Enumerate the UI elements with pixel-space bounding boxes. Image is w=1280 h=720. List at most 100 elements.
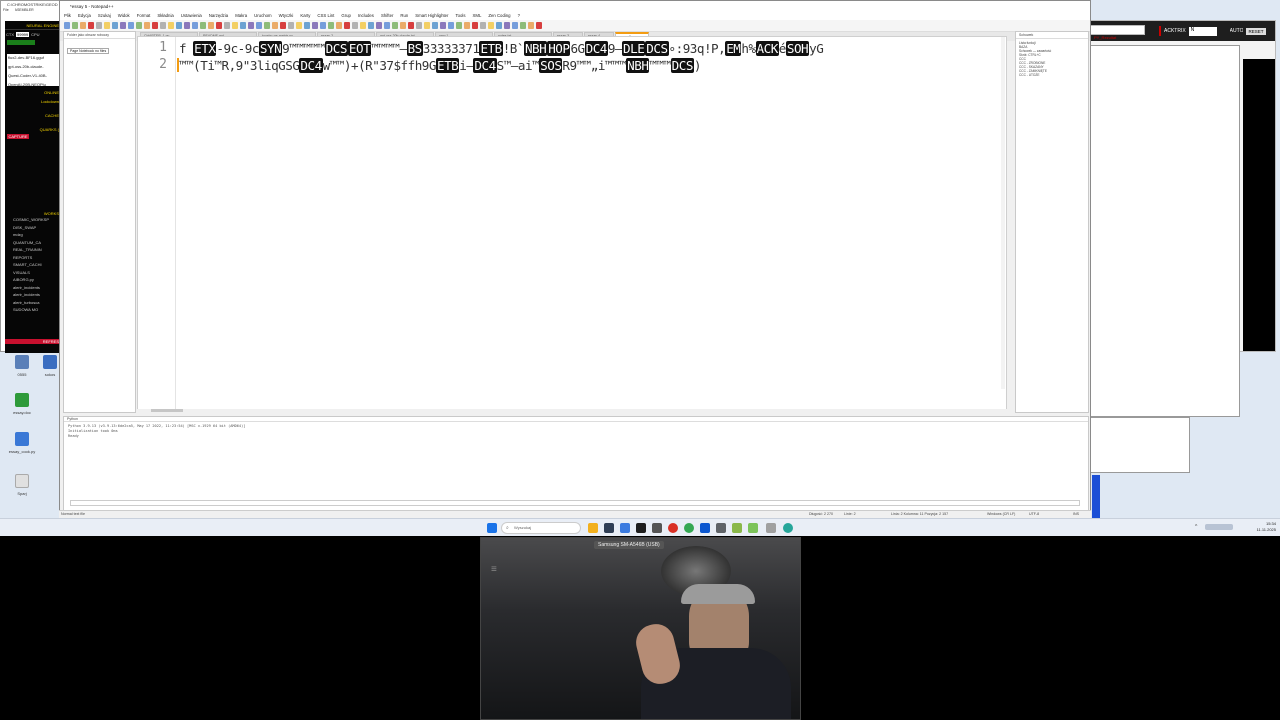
app-icon[interactable] — [766, 523, 776, 533]
menu-item[interactable]: ? — [518, 12, 520, 20]
list-item[interactable]: OpenAI-20B-NEOPlu — [8, 82, 58, 87]
toolbar-button-icon[interactable] — [392, 22, 398, 29]
toolbar-button-icon[interactable] — [136, 22, 142, 29]
toolbar-button-icon[interactable] — [296, 22, 302, 29]
toolbar-button-icon[interactable] — [240, 22, 246, 29]
left-app-menu-assembler[interactable]: ASEMBLER — [15, 8, 34, 14]
tree-item[interactable]: REPORTS — [13, 254, 61, 262]
toolbar-button-icon[interactable] — [152, 22, 158, 29]
app-icon[interactable] — [783, 523, 793, 533]
refresh-button[interactable]: REFRES — [5, 339, 61, 344]
menu-item[interactable]: Uruchom — [254, 12, 271, 20]
toolbar-button-icon[interactable] — [200, 22, 206, 29]
toolbar-button-icon[interactable] — [144, 22, 150, 29]
toolbar-button-icon[interactable] — [440, 22, 446, 29]
toolbar-button-icon[interactable] — [288, 22, 294, 29]
toolbar-button-icon[interactable] — [96, 22, 102, 29]
toolbar-button-icon[interactable] — [432, 22, 438, 29]
toolbar-button-icon[interactable] — [128, 22, 134, 29]
menu-item[interactable]: Makra — [235, 12, 247, 20]
tree-item[interactable]: alerir_incidents — [13, 291, 61, 299]
toolbar-button-icon[interactable] — [400, 22, 406, 29]
toolbar-button-icon[interactable] — [312, 22, 318, 29]
auto-toggle[interactable]: AUTO — [1230, 28, 1244, 34]
encoding[interactable]: UTF-8 — [1029, 511, 1039, 518]
console-input[interactable] — [70, 500, 1080, 506]
toolbar-button-icon[interactable] — [504, 22, 510, 29]
toolbar-button-icon[interactable] — [216, 22, 222, 29]
toolbar-button-icon[interactable] — [120, 22, 126, 29]
scrollbar-thumb[interactable] — [151, 409, 183, 412]
right-app-tab[interactable]: PY_Rezultat — [1091, 35, 1116, 40]
toolbar-button-icon[interactable] — [536, 22, 542, 29]
tree-item[interactable]: VISUALS — [13, 269, 61, 277]
tree-item[interactable]: QUANTUM_CA — [13, 239, 61, 247]
menu-item[interactable]: Tools — [455, 12, 465, 20]
toolbar-button-icon[interactable] — [360, 22, 366, 29]
toolbar-button-icon[interactable] — [64, 22, 70, 29]
toolbar-button-icon[interactable] — [272, 22, 278, 29]
toolbar-button-icon[interactable] — [384, 22, 390, 29]
desktop-icon[interactable]: Sparj — [2, 474, 42, 496]
tree-item[interactable]: DISK_SWAP — [13, 224, 61, 232]
menu-item[interactable]: CSS Lint — [317, 12, 334, 20]
tray-icons[interactable] — [1205, 524, 1233, 530]
code-line-2[interactable]: ™™(Ti™R,9"3liqGSGDC4w™™)+(R"37$ffh9GETBi… — [179, 58, 702, 73]
app-icon[interactable] — [604, 523, 614, 533]
left-app-menu-file[interactable]: File — [3, 8, 9, 14]
reset-button[interactable]: RESET — [1246, 27, 1266, 35]
list-item[interactable]: CCC - UTOŻE — [1019, 73, 1085, 77]
menu-item[interactable]: Includes — [358, 12, 374, 20]
toolbar-button-icon[interactable] — [232, 22, 238, 29]
tree-item[interactable]: SMART_CACHI — [13, 261, 61, 269]
toolbar-button-icon[interactable] — [184, 22, 190, 29]
capture-button[interactable]: CAPTURE — [7, 134, 29, 139]
toolbar-button-icon[interactable] — [328, 22, 334, 29]
terminal-icon[interactable] — [636, 523, 646, 533]
horizontal-scrollbar[interactable] — [137, 409, 1007, 413]
toolbar-button-icon[interactable] — [512, 22, 518, 29]
toolbar-button-icon[interactable] — [376, 22, 382, 29]
eol-format[interactable]: Windows (CR LF) — [987, 511, 1015, 518]
app-icon[interactable] — [668, 523, 678, 533]
menu-item[interactable]: XML — [473, 12, 482, 20]
toolbar-button-icon[interactable] — [264, 22, 270, 29]
menu-item[interactable]: Widok — [118, 12, 130, 20]
toolbar-button-icon[interactable] — [168, 22, 174, 29]
insert-mode[interactable]: INS — [1073, 511, 1079, 518]
list-item[interactable]: gpt-oss-20b-claude- — [8, 64, 58, 69]
toolbar-button-icon[interactable] — [280, 22, 286, 29]
menu-item[interactable]: Format — [137, 12, 151, 20]
hamburger-menu-icon[interactable]: ≡ — [491, 564, 497, 575]
toolbar-button-icon[interactable] — [320, 22, 326, 29]
tree-item[interactable]: alerir_incidents — [13, 284, 61, 292]
menu-item[interactable]: Edycja — [78, 12, 91, 20]
toolbar-button-icon[interactable] — [448, 22, 454, 29]
file-tree[interactable]: COSMIC_WORKSP DISK_SWAP mdzg QUANTUM_CA … — [5, 216, 61, 314]
toolbar-button-icon[interactable] — [112, 22, 118, 29]
app-icon[interactable] — [652, 523, 662, 533]
toolbar-button-icon[interactable] — [336, 22, 342, 29]
toolbar-button-icon[interactable] — [352, 22, 358, 29]
toolbar-button-icon[interactable] — [176, 22, 182, 29]
toolbar-button-icon[interactable] — [480, 22, 486, 29]
menu-item[interactable]: Grup — [341, 12, 351, 20]
toolbar-button-icon[interactable] — [104, 22, 110, 29]
menu-item[interactable]: Narzędzia — [209, 12, 228, 20]
menu-item[interactable]: Smart Highlighter — [415, 12, 448, 20]
menu-item[interactable]: Wtyczki — [279, 12, 294, 20]
toolbar-button-icon[interactable] — [72, 22, 78, 29]
toolbar-button-icon[interactable] — [408, 22, 414, 29]
toolbar-button-icon[interactable] — [520, 22, 526, 29]
toolbar-button-icon[interactable] — [224, 22, 230, 29]
list-item[interactable]: flux2-dev-BF16.gguf — [8, 55, 58, 60]
model-list[interactable]: flux2-dev-BF16.gguf gpt-oss-20b-claude- … — [7, 54, 59, 87]
clock[interactable]: 15:34 11.11.2025 — [1252, 521, 1276, 532]
toolbar-button-icon[interactable] — [160, 22, 166, 29]
right-app-input[interactable]: N — [1188, 26, 1217, 36]
app-icon[interactable] — [620, 523, 630, 533]
menu-item[interactable]: Zen Coding — [488, 12, 510, 20]
menu-item[interactable]: Składnia — [157, 12, 173, 20]
toolbar-button-icon[interactable] — [528, 22, 534, 29]
tree-item[interactable]: COSMIC_WORKSP — [13, 216, 61, 224]
